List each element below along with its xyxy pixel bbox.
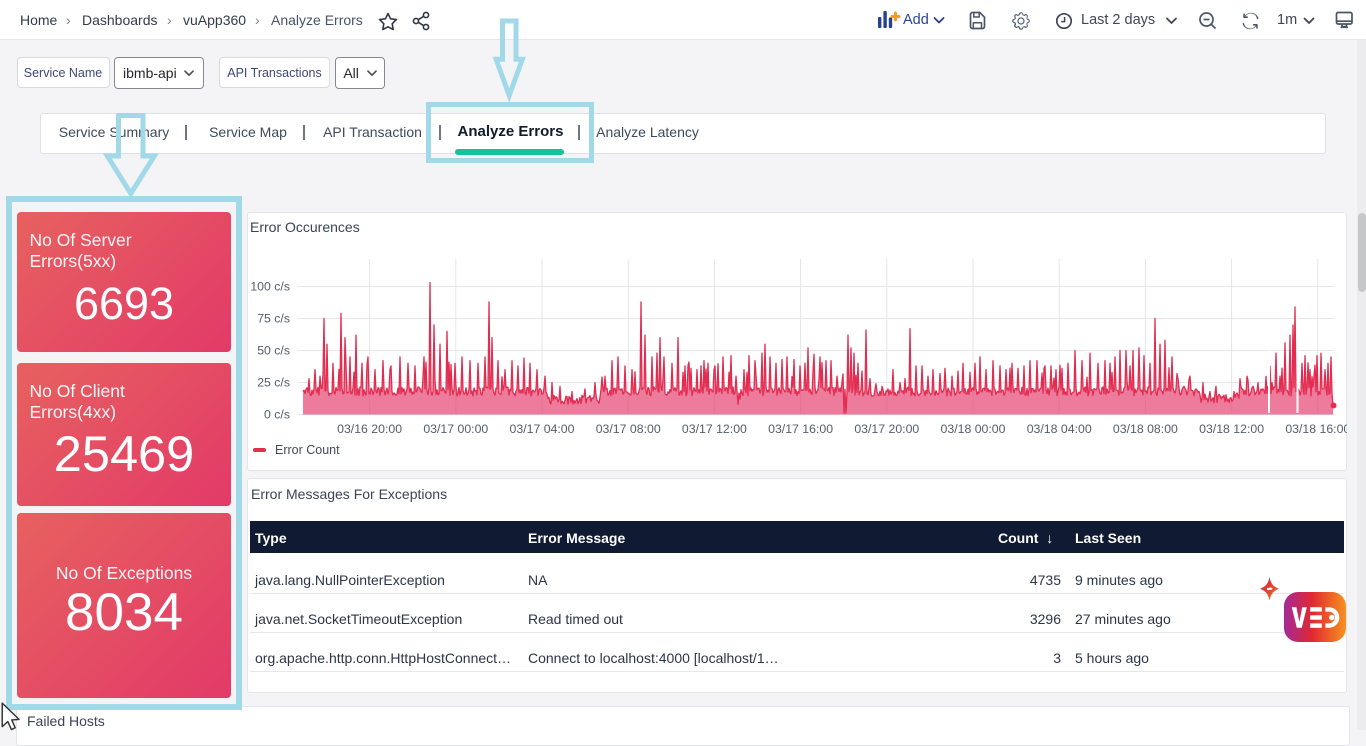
svg-text:03/18 04:00: 03/18 04:00 — [1027, 422, 1092, 436]
svg-text:03/17 16:00: 03/17 16:00 — [768, 422, 833, 436]
svg-text:03/17 20:00: 03/17 20:00 — [854, 422, 919, 436]
svg-text:03/18 16:00: 03/18 16:00 — [1285, 422, 1347, 436]
svg-text:100 c/s: 100 c/s — [250, 280, 290, 294]
svg-text:03/17 08:00: 03/17 08:00 — [596, 422, 661, 436]
svg-text:75 c/s: 75 c/s — [257, 312, 290, 326]
svg-text:0 c/s: 0 c/s — [264, 408, 290, 422]
svg-text:03/17 04:00: 03/17 04:00 — [510, 422, 575, 436]
svg-text:03/18 08:00: 03/18 08:00 — [1113, 422, 1178, 436]
svg-text:03/17 00:00: 03/17 00:00 — [423, 422, 488, 436]
svg-text:03/18 00:00: 03/18 00:00 — [941, 422, 1006, 436]
svg-text:25 c/s: 25 c/s — [257, 376, 290, 390]
svg-text:03/16 20:00: 03/16 20:00 — [337, 422, 402, 436]
svg-text:03/17 12:00: 03/17 12:00 — [682, 422, 747, 436]
svg-text:50 c/s: 50 c/s — [257, 344, 290, 358]
svg-text:03/18 12:00: 03/18 12:00 — [1199, 422, 1264, 436]
